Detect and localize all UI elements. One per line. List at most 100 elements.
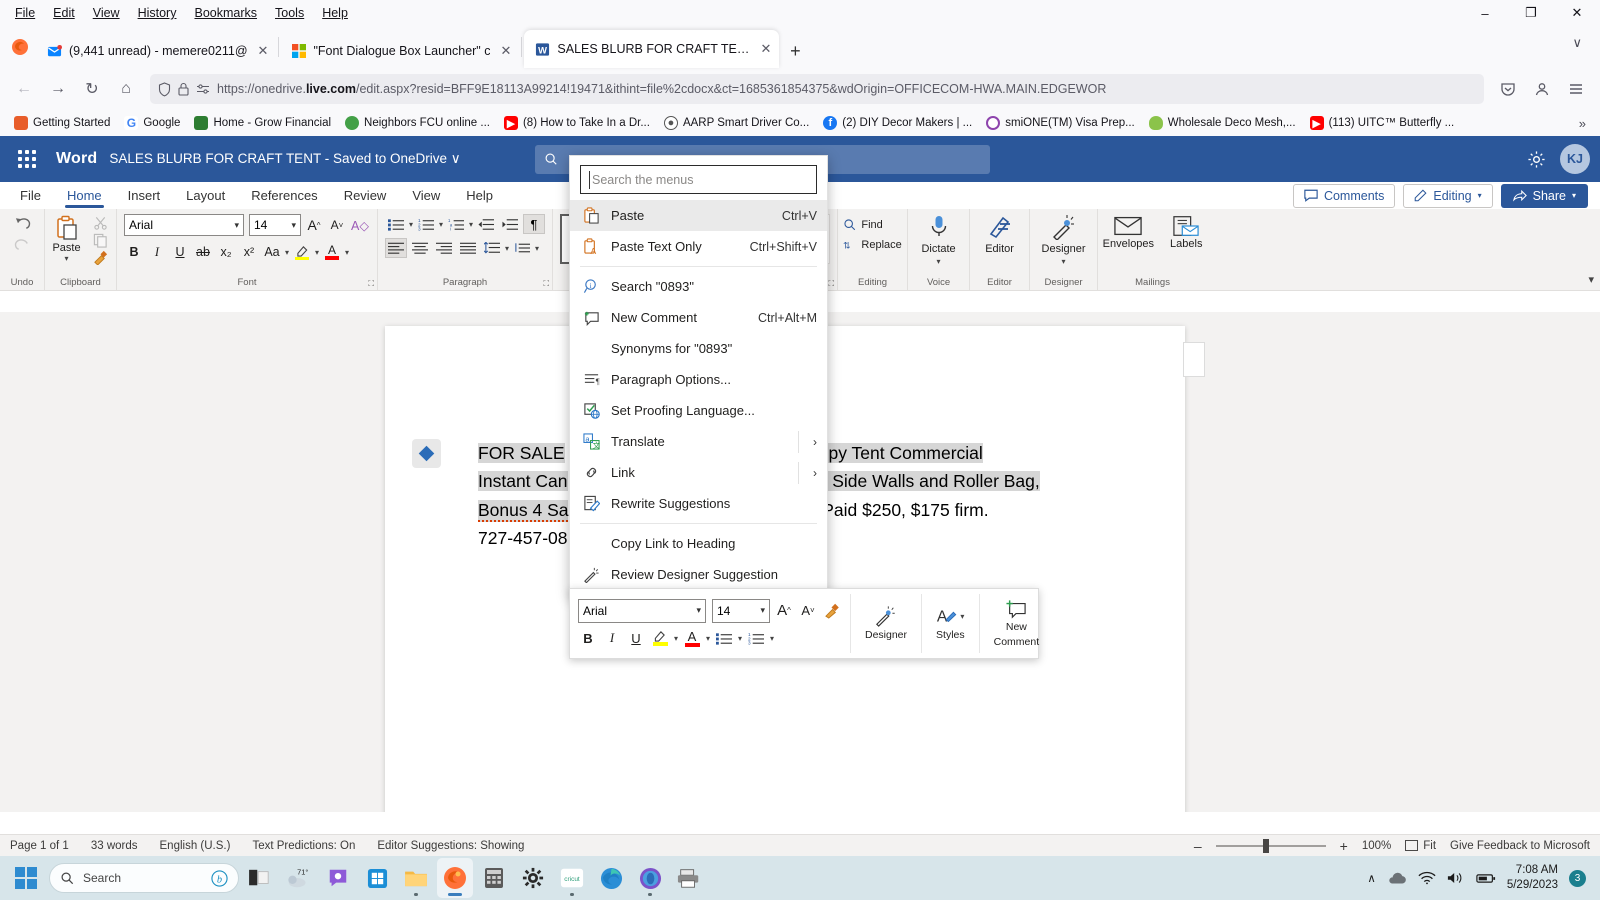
chevron-down-icon[interactable]: ▾ bbox=[1478, 191, 1482, 200]
grow-font-icon[interactable]: A^ bbox=[304, 215, 324, 235]
chevron-down-icon[interactable]: ▾ bbox=[760, 605, 765, 616]
font-size-input[interactable]: 14 ▾ bbox=[249, 214, 301, 236]
decrease-indent-icon[interactable] bbox=[475, 214, 497, 234]
find-button[interactable]: Find bbox=[843, 218, 882, 231]
wifi-icon[interactable] bbox=[1418, 871, 1436, 885]
tray-overflow-icon[interactable]: ∧ bbox=[1367, 871, 1375, 885]
taskbar-search-input[interactable]: Search b bbox=[49, 863, 239, 893]
firefox-icon[interactable] bbox=[437, 858, 473, 898]
zoom-slider[interactable] bbox=[1216, 845, 1326, 847]
styles-dialog-launcher[interactable]: ⛶ bbox=[828, 279, 834, 289]
waffle-icon[interactable] bbox=[10, 142, 44, 176]
chevron-down-icon[interactable]: ▾ bbox=[738, 634, 742, 643]
menu-tools[interactable]: Tools bbox=[266, 3, 313, 23]
printer-icon[interactable] bbox=[671, 858, 707, 898]
editing-mode-button[interactable]: Editing ▾ bbox=[1403, 184, 1492, 208]
chevron-down-icon[interactable]: ▾ bbox=[291, 220, 296, 231]
menu-bookmarks[interactable]: Bookmarks bbox=[185, 3, 266, 23]
multilevel-list-icon[interactable]: 1ai bbox=[445, 214, 467, 234]
bookmark-item[interactable]: Home - Grow Financial bbox=[188, 113, 337, 133]
zoom-level[interactable]: 100% bbox=[1362, 840, 1391, 852]
tab-layout[interactable]: Layout bbox=[174, 184, 237, 208]
permissions-icon[interactable] bbox=[196, 83, 210, 95]
browser-tab-word-document[interactable]: W SALES BLURB FOR CRAFT TENT. ✕ bbox=[524, 30, 779, 68]
outlook-icon[interactable] bbox=[632, 858, 668, 898]
chevron-down-icon[interactable]: ▾ bbox=[706, 634, 710, 643]
bullet-list-icon[interactable] bbox=[385, 214, 407, 234]
bookmark-item[interactable]: Neighbors FCU online ... bbox=[339, 113, 496, 133]
ribbon-collapse-icon[interactable]: ▾ bbox=[1588, 273, 1594, 286]
address-bar[interactable]: https://onedrive.live.com/edit.aspx?resi… bbox=[150, 74, 1484, 104]
close-icon[interactable]: ✕ bbox=[258, 43, 269, 59]
chevron-down-icon[interactable]: ∨ bbox=[1572, 35, 1596, 59]
feedback-link[interactable]: Give Feedback to Microsoft bbox=[1450, 840, 1590, 852]
envelopes-button[interactable]: Envelopes bbox=[1098, 214, 1159, 251]
paragraph-spacing-icon[interactable] bbox=[511, 238, 533, 258]
menu-hamburger-icon[interactable] bbox=[1560, 73, 1592, 105]
context-menu[interactable]: Search the menus Paste Ctrl+V A Paste Te… bbox=[569, 155, 828, 597]
menu-item-new-comment[interactable]: New Comment Ctrl+Alt+M bbox=[570, 302, 827, 333]
tab-home[interactable]: Home bbox=[55, 184, 114, 208]
comments-button[interactable]: Comments bbox=[1293, 184, 1395, 208]
labels-button[interactable]: Labels bbox=[1165, 214, 1207, 251]
zoom-in-button[interactable]: + bbox=[1340, 838, 1348, 854]
floating-mini-toolbar[interactable]: Arial ▾ 14 ▾ A^ A˅ B I U ▾ A ▾ bbox=[569, 588, 1039, 659]
chevron-down-icon[interactable]: ▾ bbox=[234, 220, 239, 231]
menu-item-review-designer-suggestion[interactable]: Review Designer Suggestion bbox=[570, 559, 827, 590]
bookmark-item[interactable]: ▶(113) UITC™ Butterfly ... bbox=[1304, 113, 1461, 133]
scissors-icon[interactable] bbox=[88, 216, 114, 231]
menu-item-search[interactable]: i Search "0893" bbox=[570, 271, 827, 302]
mini-font-size-input[interactable]: 14 ▾ bbox=[712, 599, 770, 623]
cricut-icon[interactable]: cricut bbox=[554, 858, 590, 898]
bing-copilot-icon[interactable]: b bbox=[211, 870, 228, 887]
chevron-right-icon[interactable]: › bbox=[798, 462, 817, 484]
font-color-icon[interactable]: A bbox=[682, 628, 702, 649]
strikethrough-button[interactable]: ab bbox=[193, 242, 213, 262]
close-button[interactable]: ✕ bbox=[1554, 0, 1600, 26]
bold-button[interactable]: B bbox=[578, 628, 598, 649]
chevron-down-icon[interactable]: ▾ bbox=[345, 248, 349, 257]
menu-file[interactable]: File bbox=[6, 3, 44, 23]
numbered-list-icon[interactable]: 123 bbox=[746, 628, 766, 649]
notification-badge[interactable]: 3 bbox=[1569, 870, 1586, 887]
font-name-input[interactable]: Arial ▾ bbox=[124, 214, 244, 236]
home-button[interactable]: ⌂ bbox=[110, 73, 142, 105]
chevron-down-icon[interactable]: ▾ bbox=[770, 634, 774, 643]
bookmark-item[interactable]: ▶(8) How to Take In a Dr... bbox=[498, 113, 656, 133]
bookmark-item[interactable]: smiONE(TM) Visa Prep... bbox=[980, 113, 1141, 133]
change-case-button[interactable]: Aa bbox=[262, 242, 282, 262]
chat-icon[interactable] bbox=[320, 858, 356, 898]
underline-button[interactable]: U bbox=[170, 242, 190, 262]
windows-start-icon[interactable] bbox=[6, 858, 46, 898]
chevron-down-icon[interactable]: ▾ bbox=[285, 248, 289, 257]
chevron-down-icon[interactable]: ▾ bbox=[505, 244, 509, 253]
chevron-right-icon[interactable]: › bbox=[798, 431, 817, 453]
menu-view[interactable]: View bbox=[84, 3, 129, 23]
align-center-icon[interactable] bbox=[409, 238, 431, 258]
menu-item-synonyms[interactable]: Synonyms for "0893" bbox=[570, 333, 827, 364]
increase-indent-icon[interactable] bbox=[499, 214, 521, 234]
status-editor-suggestions[interactable]: Editor Suggestions: Showing bbox=[377, 840, 524, 852]
weather-icon[interactable]: 71° bbox=[281, 858, 317, 898]
text-highlight-icon[interactable] bbox=[650, 628, 670, 649]
font-dialog-launcher[interactable]: ⛶ bbox=[368, 279, 374, 289]
clear-formatting-icon[interactable]: A◇ bbox=[350, 215, 370, 235]
document-filename[interactable]: SALES BLURB FOR CRAFT TENT - Saved to On… bbox=[109, 151, 460, 167]
paragraph-dialog-launcher[interactable]: ⛶ bbox=[543, 279, 549, 289]
designer-button[interactable]: Designer ▾ bbox=[1037, 212, 1091, 267]
menu-edit[interactable]: Edit bbox=[44, 3, 84, 23]
tab-view[interactable]: View bbox=[400, 184, 452, 208]
calculator-icon[interactable] bbox=[476, 858, 512, 898]
move-handle-icon[interactable] bbox=[412, 439, 441, 468]
chevron-down-icon[interactable]: ▾ bbox=[65, 254, 69, 263]
bold-button[interactable]: B bbox=[124, 242, 144, 262]
bookmark-item[interactable]: Wholesale Deco Mesh,... bbox=[1143, 113, 1302, 133]
text-highlight-icon[interactable] bbox=[292, 242, 312, 262]
chevron-down-icon[interactable]: ▾ bbox=[535, 244, 539, 253]
tab-references[interactable]: References bbox=[239, 184, 329, 208]
shrink-font-icon[interactable]: A˅ bbox=[327, 215, 347, 235]
tab-file[interactable]: File bbox=[8, 184, 53, 208]
browser-tab-font-dialogue[interactable]: "Font Dialogue Box Launcher" c ✕ bbox=[281, 34, 519, 68]
settings-icon[interactable] bbox=[515, 858, 551, 898]
justify-icon[interactable] bbox=[457, 238, 479, 258]
